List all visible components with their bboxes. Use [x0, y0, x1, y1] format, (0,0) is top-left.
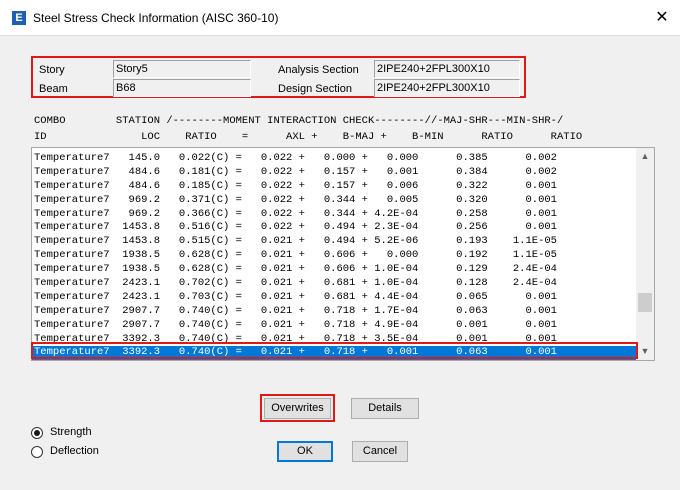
list-item[interactable]: Temperature7 1453.8 0.515(C) = 0.021 + 0…: [32, 235, 638, 249]
table-header-line-2: ID LOC RATIO = AXL + B-MAJ + B-MIN RATIO…: [34, 131, 583, 143]
list-item[interactable]: Temperature7 2423.1 0.703(C) = 0.021 + 0…: [32, 291, 638, 305]
details-button[interactable]: Details: [351, 398, 419, 419]
results-listbox[interactable]: Temperature7 145.0 0.022(C) = 0.022 + 0.…: [31, 147, 655, 361]
list-item[interactable]: Temperature7 484.6 0.185(C) = 0.022 + 0.…: [32, 180, 638, 194]
scroll-up-icon[interactable]: ▲: [636, 148, 654, 165]
app-icon: E: [12, 11, 26, 25]
beam-field: B68: [113, 79, 251, 97]
strength-radio[interactable]: [31, 427, 43, 439]
design-section-label: Design Section: [278, 83, 352, 95]
close-icon[interactable]: ✕: [650, 6, 674, 30]
overwrites-button[interactable]: Overwrites: [264, 398, 331, 419]
list-item[interactable]: Temperature7 1453.8 0.516(C) = 0.022 + 0…: [32, 221, 638, 235]
deflection-label: Deflection: [50, 445, 99, 457]
list-item[interactable]: Temperature7 3392.3 0.740(C) = 0.021 + 0…: [32, 333, 638, 347]
results-rows: Temperature7 145.0 0.022(C) = 0.022 + 0.…: [32, 152, 638, 361]
list-item[interactable]: Temperature7 2907.7 0.740(C) = 0.021 + 0…: [32, 305, 638, 319]
analysis-section-label: Analysis Section: [278, 64, 359, 76]
ok-button[interactable]: OK: [277, 441, 333, 462]
table-header-line-1: COMBO STATION /--------MOMENT INTERACTIO…: [34, 115, 564, 127]
vertical-scrollbar[interactable]: ▲ ▼: [636, 148, 654, 360]
scrollbar-thumb[interactable]: [638, 293, 652, 312]
scroll-down-icon[interactable]: ▼: [636, 343, 654, 360]
analysis-section-field: 2IPE240+2FPL300X10: [374, 60, 520, 78]
radio-selected-dot: [34, 430, 40, 436]
list-item[interactable]: Temperature7 484.6 0.181(C) = 0.022 + 0.…: [32, 166, 638, 180]
design-section-field: 2IPE240+2FPL300X10: [374, 79, 520, 97]
list-item[interactable]: Temperature7 2907.7 0.740(C) = 0.021 + 0…: [32, 319, 638, 333]
deflection-radio[interactable]: [31, 446, 43, 458]
cancel-button[interactable]: Cancel: [352, 441, 408, 462]
list-item[interactable]: Temperature7 145.0 0.022(C) = 0.022 + 0.…: [32, 152, 638, 166]
title-bar: E Steel Stress Check Information (AISC 3…: [0, 0, 680, 36]
list-item[interactable]: Temperature7 969.2 0.371(C) = 0.022 + 0.…: [32, 194, 638, 208]
beam-label: Beam: [39, 83, 68, 95]
strength-label: Strength: [50, 426, 92, 438]
story-field: Story5: [113, 60, 251, 78]
list-item[interactable]: Temperature7 1938.5 0.628(C) = 0.021 + 0…: [32, 249, 638, 263]
window-title: Steel Stress Check Information (AISC 360…: [33, 11, 279, 25]
list-item[interactable]: Temperature7 969.2 0.366(C) = 0.022 + 0.…: [32, 208, 638, 222]
list-item-selected[interactable]: Temperature7 3392.3 0.740(C) = 0.021 + 0…: [32, 346, 638, 361]
list-item[interactable]: Temperature7 1938.5 0.628(C) = 0.021 + 0…: [32, 263, 638, 277]
list-item[interactable]: Temperature7 2423.1 0.702(C) = 0.021 + 0…: [32, 277, 638, 291]
story-label: Story: [39, 64, 65, 76]
